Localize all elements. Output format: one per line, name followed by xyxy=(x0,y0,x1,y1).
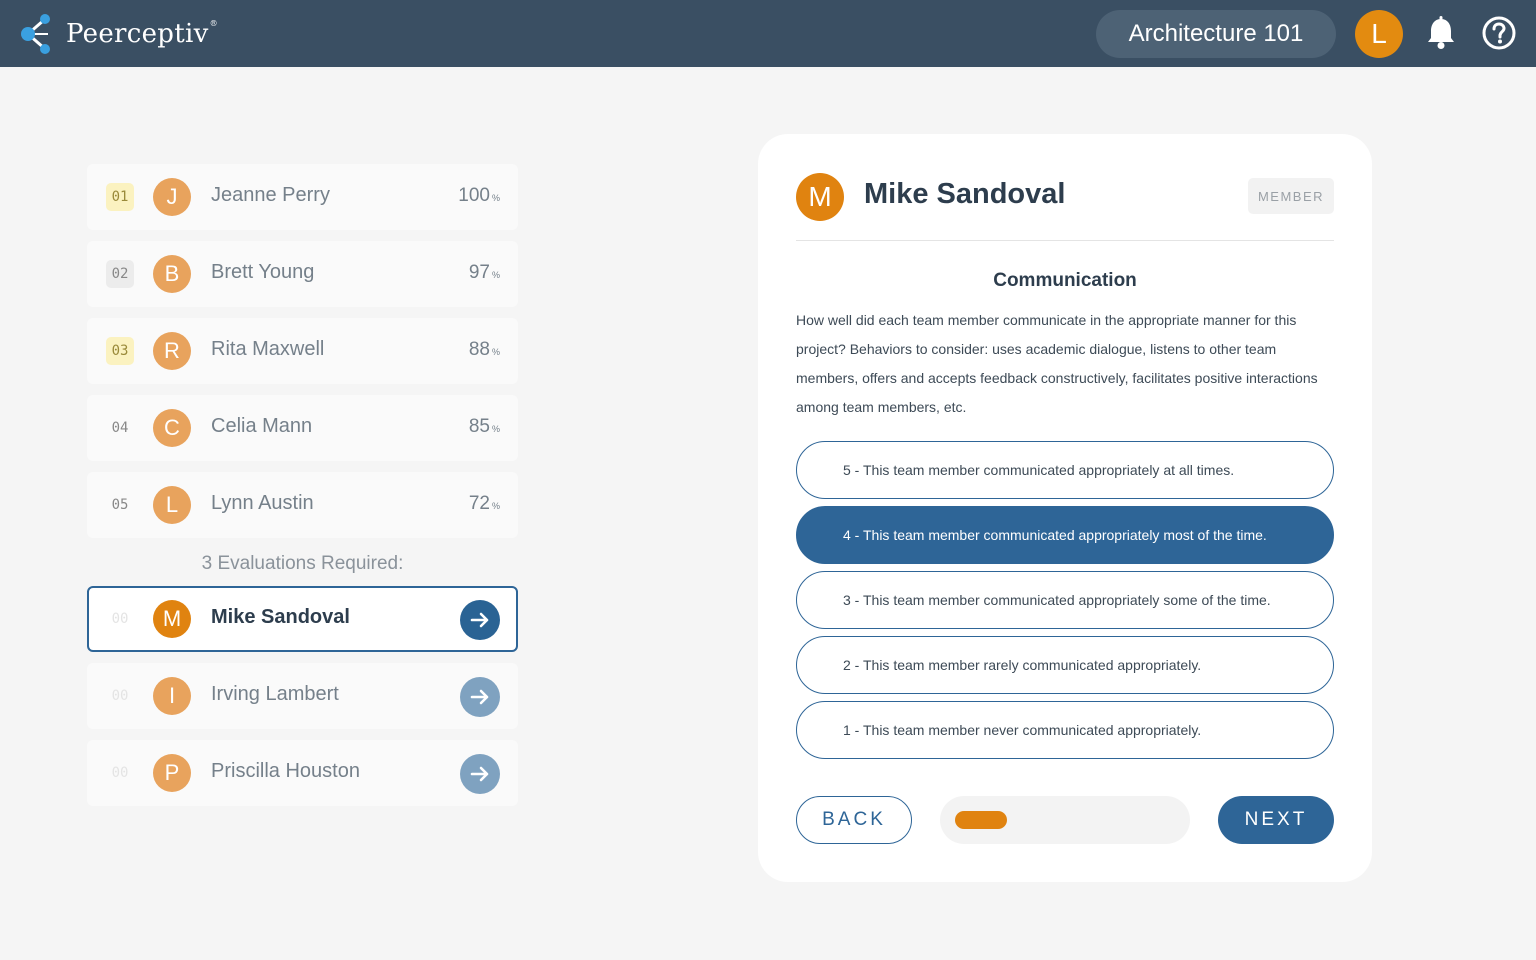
member-avatar: L xyxy=(153,486,191,524)
arrow-right-icon[interactable] xyxy=(460,754,500,794)
evaluatee-name: Mike Sandoval xyxy=(864,178,1066,210)
member-name: Rita Maxwell xyxy=(211,338,325,360)
criterion-title: Communication xyxy=(993,270,1137,291)
ranked-member-row[interactable]: 01 J Jeanne Perry 100% xyxy=(87,164,518,230)
member-avatar: R xyxy=(153,332,191,370)
pending-member-row-active[interactable]: 00 M Mike Sandoval xyxy=(87,586,518,652)
role-badge: MEMBER xyxy=(1248,178,1334,214)
arrow-right-icon[interactable] xyxy=(460,677,500,717)
top-bar: Peerceptiv® Architecture 101 L xyxy=(0,0,1536,67)
rating-option-1[interactable]: 1 - This team member never communicated … xyxy=(796,701,1334,759)
member-avatar: I xyxy=(153,677,191,715)
rank-number: 03 xyxy=(106,337,134,365)
notifications-bell-icon[interactable] xyxy=(1422,14,1460,52)
progress-fill xyxy=(955,811,1007,829)
evaluation-progress-bar xyxy=(940,796,1190,844)
member-name: Lynn Austin xyxy=(211,492,314,514)
share-nodes-icon xyxy=(21,14,50,54)
evaluatee-avatar: M xyxy=(796,173,844,221)
member-name: Jeanne Perry xyxy=(211,184,330,206)
back-button[interactable]: BACK xyxy=(796,796,912,844)
rating-option-4-selected[interactable]: 4 - This team member communicated approp… xyxy=(796,506,1334,564)
member-name: Irving Lambert xyxy=(211,683,339,705)
ranked-member-row[interactable]: 04 C Celia Mann 85% xyxy=(87,395,518,461)
rank-number: 02 xyxy=(106,260,134,288)
rating-option-5[interactable]: 5 - This team member communicated approp… xyxy=(796,441,1334,499)
criterion-description: How well did each team member communicat… xyxy=(796,312,1318,415)
member-name: Priscilla Houston xyxy=(211,760,360,782)
ranked-member-row[interactable]: 03 R Rita Maxwell 88% xyxy=(87,318,518,384)
user-avatar[interactable]: L xyxy=(1355,10,1403,58)
evaluations-required-label: 3 Evaluations Required: xyxy=(201,553,404,574)
rank-number: 04 xyxy=(111,420,129,436)
member-score: 97% xyxy=(468,262,500,283)
member-avatar: B xyxy=(153,255,191,293)
evaluation-card: M Mike Sandoval MEMBER Communication How… xyxy=(758,134,1372,882)
rating-option-2[interactable]: 2 - This team member rarely communicated… xyxy=(796,636,1334,694)
rating-option-3[interactable]: 3 - This team member communicated approp… xyxy=(796,571,1334,629)
member-score: 85% xyxy=(468,416,500,437)
member-score: 88% xyxy=(468,339,500,360)
ranked-member-row[interactable]: 05 L Lynn Austin 72% xyxy=(87,472,518,538)
brand-name: Peerceptiv® xyxy=(66,19,218,49)
member-avatar: P xyxy=(153,754,191,792)
peerceptiv-logo[interactable]: Peerceptiv® xyxy=(18,12,218,56)
card-divider xyxy=(796,240,1334,241)
rank-number: 01 xyxy=(106,183,134,211)
ranked-member-row[interactable]: 02 B Brett Young 97% xyxy=(87,241,518,307)
arrow-right-icon[interactable] xyxy=(460,600,500,640)
member-name: Mike Sandoval xyxy=(211,606,350,628)
member-avatar: C xyxy=(153,409,191,447)
member-score: 100% xyxy=(458,185,500,206)
member-name: Celia Mann xyxy=(211,415,313,437)
pending-member-row[interactable]: 00 P Priscilla Houston xyxy=(87,740,518,806)
help-icon[interactable] xyxy=(1480,14,1518,52)
rank-number: 00 xyxy=(111,765,129,781)
member-avatar: M xyxy=(153,600,191,638)
member-name: Brett Young xyxy=(211,261,315,283)
next-button[interactable]: NEXT xyxy=(1218,796,1334,844)
rank-number: 00 xyxy=(111,611,129,627)
pending-member-row[interactable]: 00 I Irving Lambert xyxy=(87,663,518,729)
course-selector[interactable]: Architecture 101 xyxy=(1096,10,1336,58)
rank-number: 05 xyxy=(111,497,129,513)
member-score: 72% xyxy=(468,493,500,514)
member-avatar: J xyxy=(153,178,191,216)
rank-number: 00 xyxy=(111,688,129,704)
